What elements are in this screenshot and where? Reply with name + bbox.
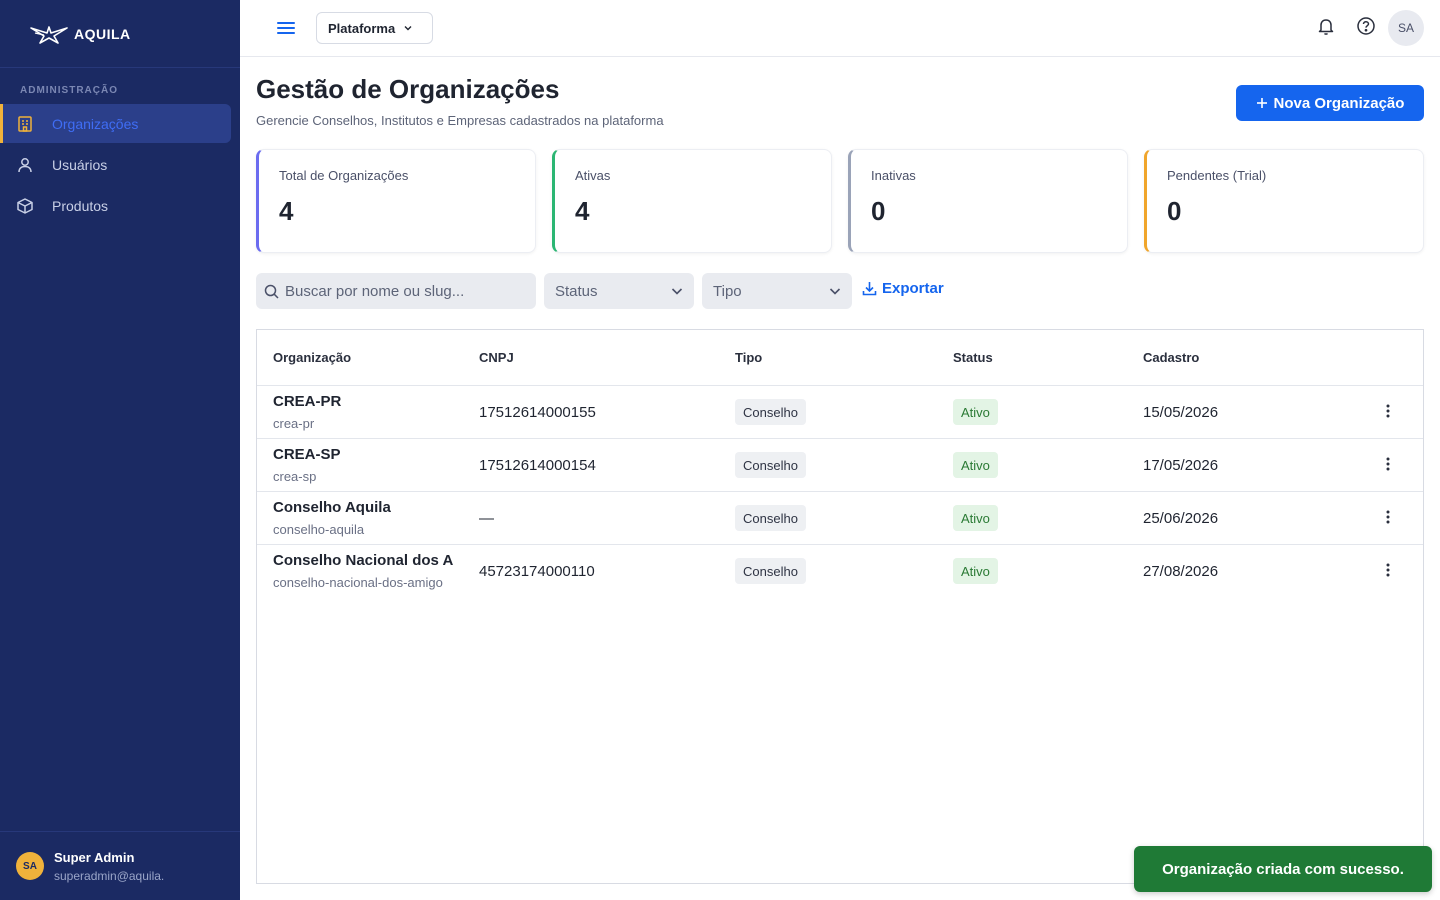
stat-value: 0 xyxy=(1167,196,1182,226)
stat-label: Ativas xyxy=(575,168,611,183)
status-filter-select[interactable]: Status xyxy=(544,273,694,309)
stat-card-pending: Pendentes (Trial) 0 xyxy=(1144,149,1424,253)
sidebar: AQUILA ADMINISTRAÇÃO Organizações Usuári… xyxy=(0,0,240,900)
org-created-date: 15/05/2026 xyxy=(1143,404,1219,421)
new-organization-button[interactable]: Nova Organização xyxy=(1236,85,1424,121)
chevron-down-icon xyxy=(404,26,412,31)
topbar: Plataforma SA xyxy=(240,0,1440,57)
search-icon xyxy=(264,284,279,299)
sidebar-item-label: Produtos xyxy=(52,197,109,214)
hamburger-menu-icon[interactable] xyxy=(276,18,296,38)
page-subtitle: Gerencie Conselhos, Institutos e Empresa… xyxy=(256,113,664,128)
stat-value: 4 xyxy=(575,196,590,226)
org-slug: conselho-aquila xyxy=(273,522,365,537)
sidebar-item-produtos[interactable]: Produtos xyxy=(0,186,231,225)
stat-value: 4 xyxy=(279,196,294,226)
export-label: Exportar xyxy=(882,280,944,297)
user-email: superadmin@aquila. xyxy=(54,868,165,883)
more-options-icon[interactable] xyxy=(1381,561,1395,579)
type-badge: Conselho xyxy=(735,452,806,478)
brand-logo[interactable]: AQUILA xyxy=(0,0,240,68)
table-row[interactable]: Conselho Aquila conselho-aquila — Consel… xyxy=(257,492,1423,545)
stat-card-total: Total de Organizações 4 xyxy=(256,149,536,253)
more-options-icon[interactable] xyxy=(1381,508,1395,526)
org-cnpj: — xyxy=(479,510,494,527)
column-header-organizacao[interactable]: Organização xyxy=(273,350,351,365)
new-organization-label: Nova Organização xyxy=(1273,94,1405,112)
user-avatar-button[interactable]: SA xyxy=(1388,10,1424,46)
org-created-date: 25/06/2026 xyxy=(1143,510,1219,527)
sidebar-item-label: Organizações xyxy=(52,115,139,132)
search-input[interactable]: Buscar por nome ou slug... xyxy=(256,273,536,309)
org-created-date: 17/05/2026 xyxy=(1143,457,1219,474)
table-row[interactable]: CREA-SP crea-sp 17512614000154 Conselho … xyxy=(257,439,1423,492)
toast-message: Organização criada com sucesso. xyxy=(1162,860,1404,878)
table-row[interactable]: CREA-PR crea-pr 17512614000155 Conselho … xyxy=(257,386,1423,439)
organizations-table: Organização CNPJ Tipo Status Cadastro CR… xyxy=(256,329,1424,884)
org-name: Conselho Aquila xyxy=(273,499,391,516)
org-slug: crea-sp xyxy=(273,469,317,484)
page-title: Gestão de Organizações xyxy=(256,74,560,104)
column-header-cadastro[interactable]: Cadastro xyxy=(1143,350,1199,365)
column-header-tipo[interactable]: Tipo xyxy=(735,350,762,365)
status-badge: Ativo xyxy=(953,558,998,584)
type-badge: Conselho xyxy=(735,399,806,425)
stat-label: Total de Organizações xyxy=(279,168,409,183)
chevron-down-icon xyxy=(829,288,841,295)
sidebar-item-organizacoes[interactable]: Organizações xyxy=(0,104,231,143)
bell-icon[interactable] xyxy=(1316,16,1336,36)
org-cnpj: 17512614000154 xyxy=(479,457,596,474)
org-slug: conselho-nacional-dos-amigo xyxy=(273,575,443,590)
stat-card-inactive: Inativas 0 xyxy=(848,149,1128,253)
org-slug: crea-pr xyxy=(273,416,315,431)
status-badge: Ativo xyxy=(953,452,998,478)
brand-name: AQUILA xyxy=(74,25,131,42)
sidebar-item-label: Usuários xyxy=(52,156,108,173)
stat-label: Inativas xyxy=(871,168,916,183)
org-name: CREA-SP xyxy=(273,446,341,463)
stat-label: Pendentes (Trial) xyxy=(1167,168,1267,183)
org-name: CREA-PR xyxy=(273,393,342,410)
status-filter-label: Status xyxy=(555,282,598,300)
download-icon xyxy=(862,282,877,296)
box-icon xyxy=(17,197,33,214)
table-row[interactable]: Conselho Nacional dos A conselho-naciona… xyxy=(257,545,1423,598)
avatar: SA xyxy=(16,852,44,880)
sidebar-item-usuarios[interactable]: Usuários xyxy=(0,145,231,184)
search-placeholder: Buscar por nome ou slug... xyxy=(285,282,465,300)
org-cnpj: 17512614000155 xyxy=(479,404,596,421)
sidebar-section-label: ADMINISTRAÇÃO xyxy=(20,85,118,96)
status-badge: Ativo xyxy=(953,505,998,531)
sidebar-user-profile[interactable]: SA Super Admin superadmin@aquila. xyxy=(0,831,240,900)
type-filter-select[interactable]: Tipo xyxy=(702,273,852,309)
more-options-icon[interactable] xyxy=(1381,402,1395,420)
org-created-date: 27/08/2026 xyxy=(1143,563,1219,580)
org-cnpj: 45723174000110 xyxy=(479,563,595,580)
platform-select[interactable]: Plataforma xyxy=(316,12,433,44)
column-header-status[interactable]: Status xyxy=(953,350,993,365)
eagle-logo-icon xyxy=(30,25,68,44)
building-icon xyxy=(18,115,32,132)
user-icon xyxy=(18,157,32,172)
platform-select-value: Plataforma xyxy=(328,20,396,36)
type-badge: Conselho xyxy=(735,558,806,584)
chevron-down-icon xyxy=(671,288,683,295)
column-header-cnpj[interactable]: CNPJ xyxy=(479,350,514,365)
more-options-icon[interactable] xyxy=(1381,455,1395,473)
status-badge: Ativo xyxy=(953,399,998,425)
org-name: Conselho Nacional dos A xyxy=(273,552,454,569)
help-icon[interactable] xyxy=(1356,16,1376,36)
type-filter-label: Tipo xyxy=(713,282,742,300)
type-badge: Conselho xyxy=(735,505,806,531)
success-toast[interactable]: Organização criada com sucesso. xyxy=(1134,846,1432,892)
export-button[interactable]: Exportar xyxy=(862,280,944,297)
user-name: Super Admin xyxy=(54,849,135,865)
stat-value: 0 xyxy=(871,196,886,226)
stat-card-active: Ativas 4 xyxy=(552,149,832,253)
plus-icon xyxy=(1256,98,1267,108)
